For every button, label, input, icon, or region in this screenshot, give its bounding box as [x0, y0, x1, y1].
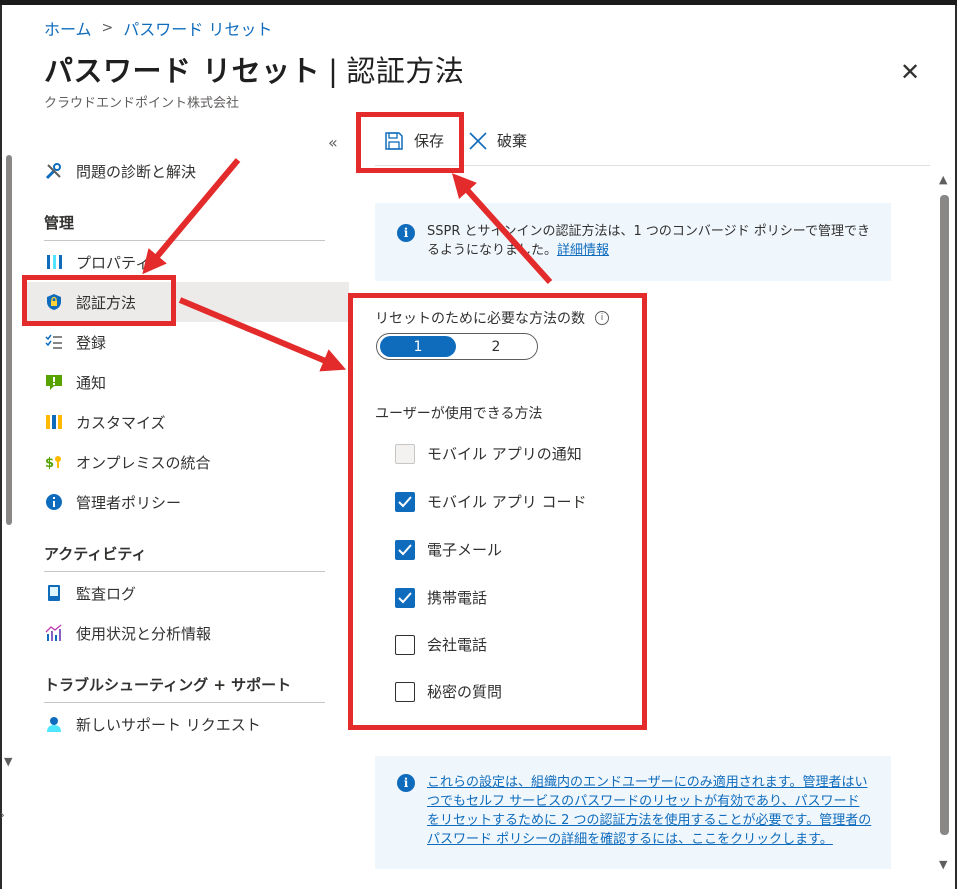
sidebar-scroll-down-icon[interactable]: ▼	[4, 755, 12, 768]
content-scroll-up-icon[interactable]: ▲	[939, 173, 947, 186]
sidebar-item-usage-insights[interactable]: 使用状況と分析情報	[44, 613, 349, 653]
notification-icon	[44, 372, 64, 392]
page-title-main: パスワード リセット	[44, 54, 321, 88]
sidebar-item-label: 管理者ポリシー	[76, 493, 182, 512]
annotation-box-auth-methods	[22, 275, 176, 326]
sidebar-item-onprem-integration[interactable]: $ オンプレミスの統合	[44, 442, 349, 482]
section-heading-activity: アクティビティ	[44, 545, 147, 563]
discard-button[interactable]: 破棄	[468, 130, 527, 151]
section-heading-manage: 管理	[44, 214, 75, 232]
sidebar-item-label: 問題の診断と解決	[76, 162, 197, 181]
content-scrollbar-thumb[interactable]	[940, 195, 949, 835]
more-options-button[interactable]: …	[436, 60, 453, 79]
content-scroll-down-icon[interactable]: ▼	[939, 858, 947, 871]
breadcrumb-home[interactable]: ホーム	[44, 16, 92, 40]
customize-icon	[44, 412, 64, 432]
annotation-box-methods	[348, 293, 647, 730]
expand-caret-icon[interactable]: ›	[0, 808, 5, 822]
svg-text:$: $	[45, 456, 54, 471]
info-icon: i	[397, 224, 415, 242]
sidebar-item-new-support-request[interactable]: 新しいサポート リクエスト	[44, 704, 349, 744]
sidebar-item-label: 監査ログ	[76, 584, 137, 603]
sidebar-item-label: カスタマイズ	[76, 413, 166, 432]
wrench-icon	[44, 161, 64, 181]
discard-icon	[468, 131, 488, 151]
admin-policy-link[interactable]: これらの設定は、組織内のエンドユーザーにのみ適用されます。管理者はいつでもセルフ…	[427, 773, 872, 849]
page-title-separator: |	[328, 54, 339, 88]
annotation-box-save	[356, 112, 464, 173]
info-icon: i	[397, 774, 415, 792]
info-banner-admin-policy: i これらの設定は、組織内のエンドユーザーにのみ適用されます。管理者はいつでもセ…	[375, 756, 891, 869]
sidebar-item-audit-log[interactable]: 監査ログ	[44, 573, 349, 613]
breadcrumb-current[interactable]: パスワード リセット	[123, 16, 272, 40]
breadcrumb: ホーム > パスワード リセット	[44, 16, 272, 40]
sidebar-item-notifications[interactable]: 通知	[44, 362, 349, 402]
sidebar-item-customize[interactable]: カスタマイズ	[44, 402, 349, 442]
sidebar-item-label: プロパティ	[76, 253, 151, 272]
info-banner-text: SSPR とサインインの認証方法は、1 つのコンバージド ポリシーで管理できるよ…	[427, 222, 872, 260]
learn-more-link[interactable]: 詳細情報	[557, 243, 609, 258]
key-sync-icon: $	[44, 452, 64, 472]
sidebar-scrollbar-thumb[interactable]	[6, 155, 12, 525]
breadcrumb-separator: >	[101, 20, 114, 36]
close-icon[interactable]: ✕	[900, 58, 920, 86]
page-title: パスワード リセット | 認証方法	[44, 48, 464, 90]
section-divider	[44, 702, 325, 703]
sidebar-item-label: オンプレミスの統合	[76, 453, 211, 472]
discard-label: 破棄	[497, 132, 528, 150]
sidebar-item-registration[interactable]: 登録	[44, 322, 349, 362]
info-banner-message: SSPR とサインインの認証方法は、1 つのコンバージド ポリシーで管理できるよ…	[427, 224, 871, 258]
window-left-border	[0, 5, 2, 889]
sidebar-item-diagnose[interactable]: 問題の診断と解決	[44, 151, 349, 191]
section-divider	[44, 240, 325, 241]
info-icon	[44, 492, 64, 512]
sidebar-item-admin-policy[interactable]: 管理者ポリシー	[44, 482, 349, 522]
sidebar-item-label: 登録	[76, 333, 107, 352]
section-divider	[44, 571, 325, 572]
sidebar-item-label: 新しいサポート リクエスト	[76, 715, 261, 734]
analytics-icon	[44, 623, 64, 643]
section-heading-troubleshooting: トラブルシューティング + サポート	[44, 676, 292, 694]
collapse-sidebar-button[interactable]: «	[328, 133, 338, 152]
checklist-icon	[44, 332, 64, 352]
support-person-icon	[44, 714, 64, 734]
window-top-border	[0, 0, 957, 5]
properties-icon	[44, 252, 64, 272]
organization-name: クラウドエンドポイント株式会社	[44, 96, 240, 111]
sidebar-item-label: 使用状況と分析情報	[76, 624, 212, 643]
audit-log-icon	[44, 583, 64, 603]
info-banner-converged-policy: i SSPR とサインインの認証方法は、1 つのコンバージド ポリシーで管理でき…	[375, 203, 891, 281]
sidebar-item-label: 通知	[76, 373, 107, 392]
